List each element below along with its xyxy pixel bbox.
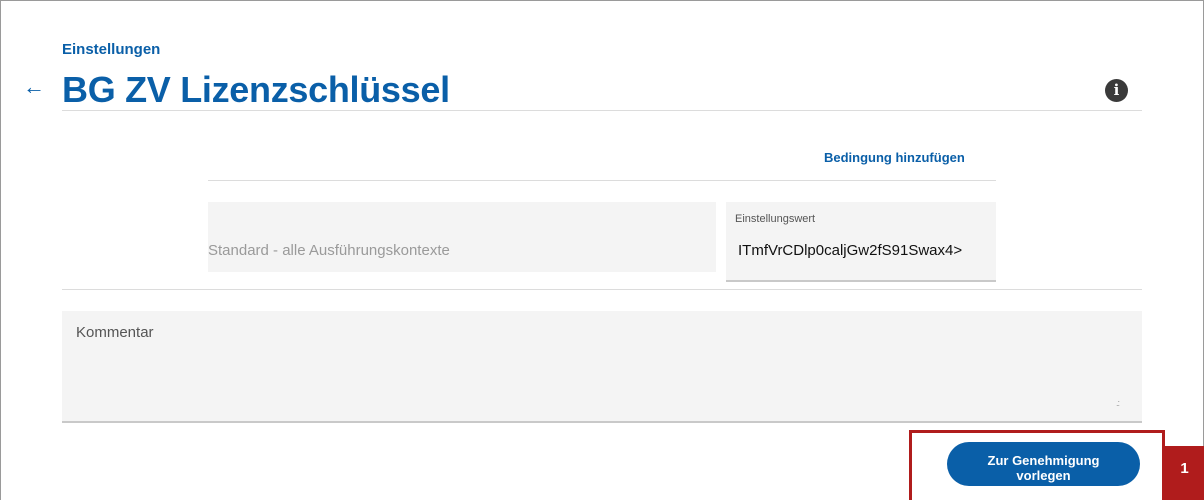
setting-value-input[interactable]: ITmfVrCDlp0caljGw2fS91Swax4> <box>738 242 990 259</box>
execution-context-label: Standard - alle Ausführungskontexte <box>208 242 450 259</box>
submit-for-approval-button[interactable]: Zur Genehmigung vorlegen <box>947 442 1140 486</box>
comment-placeholder: Kommentar <box>76 324 154 341</box>
submit-label-line1: Zur Genehmigung <box>987 452 1100 468</box>
page-title: BG ZV Lizenzschlüssel <box>62 69 450 110</box>
add-condition-link[interactable]: Bedingung hinzufügen <box>824 150 965 165</box>
resize-grip-icon[interactable]: .: <box>1116 398 1120 408</box>
divider <box>62 110 1142 111</box>
divider <box>62 289 1142 290</box>
annotation-marker: 1 <box>1165 446 1204 500</box>
submit-label-line2: vorlegen <box>1016 467 1071 483</box>
info-icon[interactable]: i <box>1105 79 1128 102</box>
comment-textarea[interactable] <box>62 311 1142 423</box>
divider <box>208 180 996 181</box>
back-arrow-icon[interactable]: ← <box>23 73 45 101</box>
setting-value-label: Einstellungswert <box>735 213 816 225</box>
execution-context-cell <box>208 202 716 272</box>
breadcrumb[interactable]: Einstellungen <box>62 41 160 58</box>
